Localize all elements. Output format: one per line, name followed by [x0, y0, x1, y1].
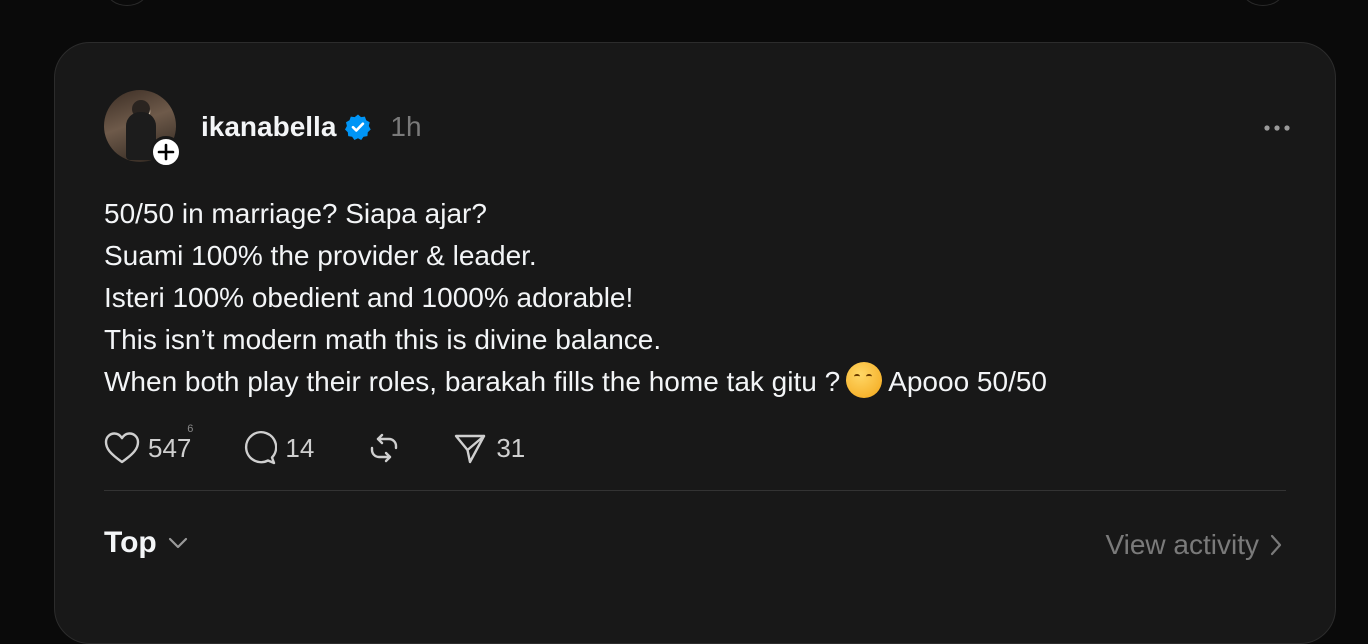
chevron-right-icon	[1270, 534, 1282, 556]
follow-plus-button[interactable]	[150, 136, 182, 168]
share-count: 31	[496, 432, 526, 463]
post-card: ikanabella 1h 50/50 in marriage? Siapa a…	[54, 42, 1336, 644]
verified-badge-icon	[344, 113, 372, 141]
post-header: ikanabella 1h	[201, 111, 422, 143]
send-icon	[455, 434, 486, 464]
avatar-wrap[interactable]	[104, 90, 182, 168]
divider	[104, 490, 1286, 491]
like-count: 547 6	[148, 423, 193, 464]
post-line: 50/50 in marriage? Siapa ajar?	[104, 198, 487, 229]
chevron-down-icon	[168, 537, 187, 549]
sort-dropdown[interactable]: Top	[104, 526, 189, 560]
post-line-suffix: Apooo 50/50	[888, 366, 1047, 397]
like-count-rolling-digit: 6	[187, 422, 194, 435]
ellipsis-icon	[1264, 125, 1290, 131]
top-left-circle	[106, 0, 148, 6]
like-button[interactable]: 547 6	[104, 423, 193, 465]
face-with-hand-over-mouth-icon	[846, 362, 883, 398]
reply-count: 14	[285, 432, 315, 463]
post-line: Isteri 100% obedient and 1000% adorable!	[104, 282, 634, 313]
post-body: 50/50 in marriage? Siapa ajar? Suami 100…	[104, 193, 1284, 403]
post-line: This isn’t modern math this is divine ba…	[104, 324, 662, 355]
action-bar: 547 6 14 31	[104, 423, 525, 469]
post-line: When both play their roles, barakah fill…	[104, 366, 841, 397]
post-line-last: When both play their roles, barakah fill…	[104, 361, 1284, 403]
plus-icon	[157, 143, 175, 161]
comment-bubble-icon	[245, 430, 278, 465]
reply-button[interactable]: 14	[241, 430, 314, 466]
view-activity-label: View activity	[1105, 529, 1259, 560]
view-activity-link[interactable]: View activity	[1105, 529, 1283, 561]
post-line: Suami 100% the provider & leader.	[104, 240, 537, 271]
post-time: 1h	[390, 111, 422, 142]
repost-button[interactable]	[366, 430, 402, 466]
heart-icon	[104, 432, 140, 464]
username-link[interactable]: ikanabella	[201, 111, 336, 143]
share-button[interactable]: 31	[452, 430, 525, 466]
more-options-button[interactable]	[1263, 119, 1291, 137]
top-right-circle	[1242, 0, 1284, 6]
like-count-value: 547	[148, 432, 192, 463]
repost-icon	[371, 433, 398, 463]
sort-label: Top	[104, 526, 157, 559]
